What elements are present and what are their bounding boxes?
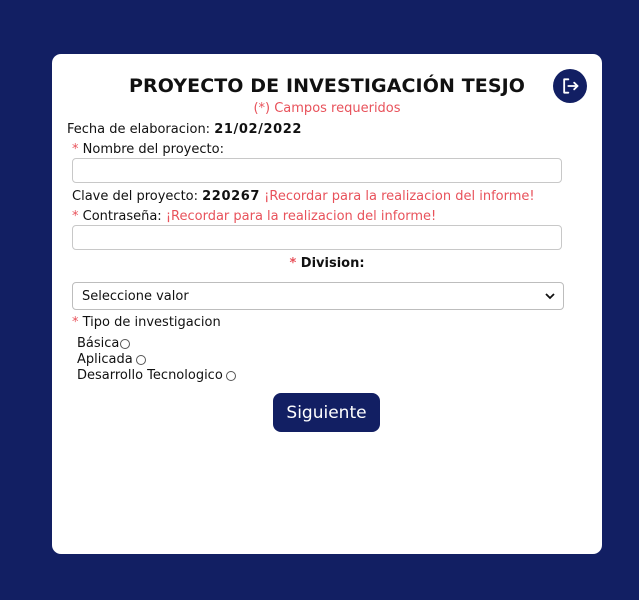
radio-option-aplicada[interactable]: Aplicada: [77, 352, 146, 367]
division-select[interactable]: Seleccione valor: [72, 282, 564, 310]
password-row: * Contraseña: ¡Recordar para la realizac…: [72, 209, 436, 224]
siguiente-button[interactable]: Siguiente: [273, 393, 380, 432]
nombre-label: Nombre del proyecto:: [82, 142, 224, 157]
required-mark: *: [72, 315, 79, 330]
password-label: Contraseña:: [82, 209, 162, 224]
fecha-value: 21/02/2022: [214, 122, 303, 137]
radio-button[interactable]: [120, 338, 131, 349]
required-mark: *: [289, 256, 297, 271]
required-fields-note: (*) Campos requeridos: [253, 101, 401, 116]
clave-value: 220267: [202, 189, 261, 204]
radio-button[interactable]: [135, 354, 146, 365]
radio-button[interactable]: [225, 370, 236, 381]
tipo-label: Tipo de investigacion: [82, 315, 221, 330]
logout-icon: [563, 78, 579, 94]
fecha-row: Fecha de elaboracion: 21/02/2022: [67, 122, 302, 137]
page-title: PROYECTO DE INVESTIGACIÓN TESJO: [128, 75, 526, 97]
chevron-down-icon: [545, 293, 555, 300]
clave-label: Clave del proyecto:: [72, 189, 199, 204]
clave-row: Clave del proyecto: 220267 ¡Recordar par…: [72, 189, 535, 204]
division-row: * Division:: [52, 256, 602, 271]
division-label: Division:: [300, 256, 365, 271]
radio-label: Aplicada: [77, 352, 133, 367]
radio-option-desarrollo[interactable]: Desarrollo Tecnologico: [77, 368, 236, 383]
tipo-row: * Tipo de investigacion: [72, 315, 221, 330]
division-selected-value: Seleccione valor: [82, 288, 189, 304]
radio-option-basica[interactable]: Básica: [77, 336, 131, 351]
password-input[interactable]: [72, 225, 562, 250]
radio-label: Desarrollo Tecnologico: [77, 368, 223, 383]
logout-button[interactable]: [553, 69, 587, 103]
radio-label: Básica: [77, 336, 120, 351]
fecha-label: Fecha de elaboracion:: [67, 122, 211, 137]
clave-reminder: ¡Recordar para la realizacion del inform…: [264, 189, 535, 204]
required-mark: *: [72, 142, 79, 157]
form-card: PROYECTO DE INVESTIGACIÓN TESJO (*) Camp…: [52, 54, 602, 554]
nombre-row: * Nombre del proyecto:: [72, 142, 224, 157]
nombre-input[interactable]: [72, 158, 562, 183]
password-reminder: ¡Recordar para la realizacion del inform…: [165, 209, 437, 224]
required-mark: *: [72, 209, 79, 224]
